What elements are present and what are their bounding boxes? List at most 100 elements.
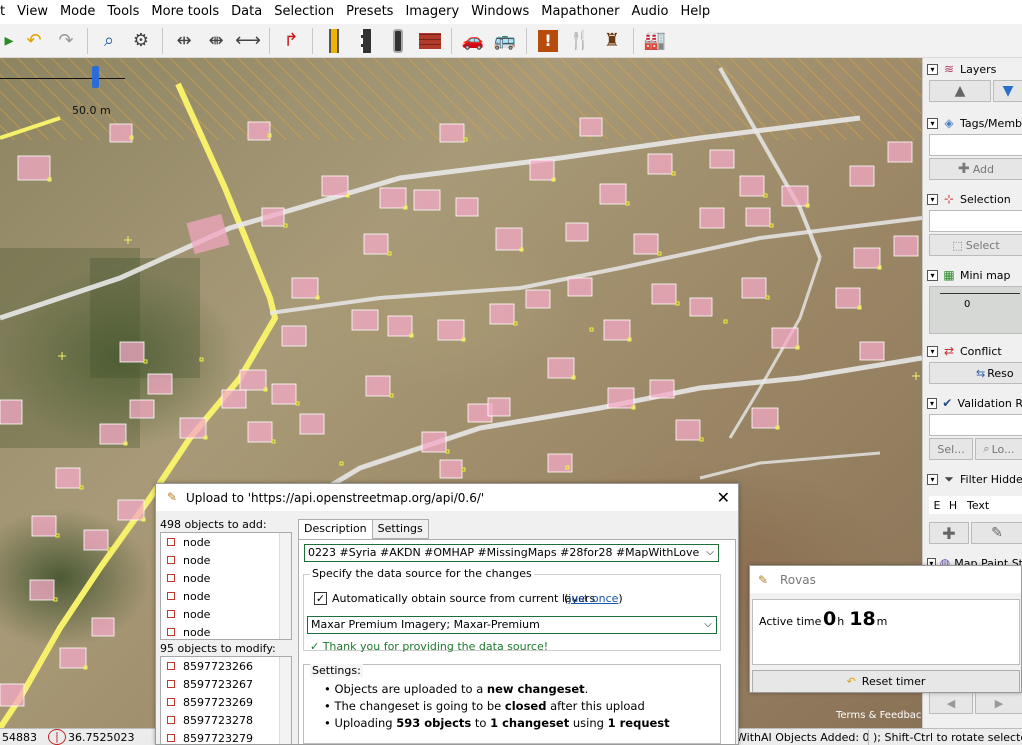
factory-icon[interactable]: 🏭 — [641, 27, 669, 55]
conflict-panel-header[interactable]: ▾ ⇄ Conflict — [927, 342, 1022, 360]
josm-icon: ✎ — [166, 489, 178, 504]
upload-dialog: ✎ Upload to 'https://api.openstreetmap.o… — [155, 483, 739, 745]
add-filter-button[interactable]: ✚ — [929, 522, 969, 544]
list-item[interactable]: 8597723278 — [161, 711, 291, 729]
collapse-toggle[interactable]: ▾ — [927, 345, 938, 357]
list-item[interactable]: node — [161, 569, 291, 587]
source-field[interactable]: Maxar Premium Imagery; Maxar-Premium ⌵ — [307, 616, 717, 634]
list-item[interactable]: node — [161, 605, 291, 623]
align-icon[interactable]: ⇹ — [170, 27, 198, 55]
distribute-icon[interactable]: ⇼ — [202, 27, 230, 55]
split-icon[interactable]: ⟷ — [234, 27, 262, 55]
menu-mapathoner[interactable]: Mapathoner — [535, 0, 625, 24]
reverse-icon[interactable]: ↱ — [277, 27, 305, 55]
restaurant-icon[interactable]: 🍴 — [566, 27, 594, 55]
collapse-toggle[interactable]: ▾ — [927, 117, 938, 129]
bus-icon[interactable]: 🚌 — [491, 27, 519, 55]
sync-icon[interactable]: ▸ — [2, 27, 16, 55]
auto-source-checkbox[interactable]: ✓ — [314, 592, 327, 605]
close-icon[interactable]: ✕ — [717, 488, 730, 507]
collapse-toggle[interactable]: ▾ — [927, 63, 938, 75]
chevron-down-icon[interactable]: ⌵ — [700, 617, 716, 633]
upload-titlebar[interactable]: ✎ Upload to 'https://api.openstreetmap.o… — [156, 484, 738, 511]
list-item[interactable]: node — [161, 533, 291, 551]
menu-file[interactable]: t — [0, 0, 11, 24]
conflict-icon: ⇄ — [943, 344, 955, 358]
list-item[interactable]: node — [161, 551, 291, 569]
filter-panel-header[interactable]: ▾ ⏷ Filter Hidde — [927, 470, 1022, 488]
reset-timer-button[interactable]: ↶ Reset timer — [752, 670, 1020, 692]
menu-view[interactable]: View — [11, 0, 54, 24]
redo-icon[interactable]: ↷ — [52, 27, 80, 55]
scrollbar[interactable] — [279, 657, 291, 744]
menu-windows[interactable]: Windows — [465, 0, 535, 24]
minimap-panel-header[interactable]: ▾ ▦ Mini map — [927, 266, 1022, 284]
list-item[interactable]: 8597723266 — [161, 657, 291, 675]
preferences-icon[interactable]: ⚙ — [127, 27, 155, 55]
menu-tools[interactable]: Tools — [101, 0, 145, 24]
select-issue-button[interactable]: Sel... — [929, 438, 973, 460]
validation-panel-header[interactable]: ▾ ✔ Validation R — [927, 394, 1022, 412]
menu-audio[interactable]: Audio — [626, 0, 675, 24]
zoom-to-issue-button[interactable]: ⌕ Lo... — [975, 438, 1022, 460]
list-item[interactable]: 8597723279 — [161, 729, 291, 744]
warning-icon[interactable]: ! — [534, 27, 562, 55]
node-icon — [167, 680, 175, 688]
collapse-toggle[interactable]: ▾ — [927, 193, 938, 205]
move-left-button[interactable]: ◀ — [929, 692, 973, 714]
menu-more-tools[interactable]: More tools — [145, 0, 225, 24]
move-right-button[interactable]: ▶ — [975, 692, 1022, 714]
source-value: Maxar Premium Imagery; Maxar-Premium — [311, 618, 540, 631]
changeset-comment-field[interactable]: 0223 #Syria #AKDN #OMHAP #MissingMaps #2… — [304, 544, 719, 562]
tab-settings[interactable]: Settings — [371, 519, 429, 539]
castle-icon[interactable]: ♜ — [598, 27, 626, 55]
traffic-signal-icon[interactable] — [384, 27, 412, 55]
collapse-toggle[interactable]: ▾ — [927, 269, 938, 281]
conflict-title: Conflict — [960, 344, 1002, 358]
layers-panel-header[interactable]: ▾ ≋ Layers — [927, 60, 1022, 78]
tab-description[interactable]: Description — [298, 519, 373, 540]
add-tag-button[interactable]: ✚ Add — [929, 158, 1022, 180]
objects-to-modify-list[interactable]: 8597723266 8597723267 8597723269 8597723… — [160, 656, 292, 744]
scrollbar[interactable] — [279, 533, 291, 639]
list-item[interactable]: 8597723269 — [161, 693, 291, 711]
menu-selection[interactable]: Selection — [268, 0, 340, 24]
undo-icon[interactable]: ↶ — [20, 27, 48, 55]
tags-panel-header[interactable]: ▾ ◈ Tags/Memb — [927, 114, 1022, 132]
reset-timer-label: Reset timer — [861, 675, 926, 688]
zoom-icon[interactable]: ⌕ — [95, 27, 123, 55]
select-button[interactable]: ⬚ Select — [929, 234, 1022, 256]
rovas-titlebar[interactable]: ✎ Rovas — [750, 566, 1021, 593]
minimap-view[interactable]: 0 — [929, 286, 1022, 334]
road-icon[interactable] — [320, 27, 348, 55]
collapse-toggle[interactable]: ▾ — [927, 473, 938, 485]
resolve-button[interactable]: ⇆ Reso — [929, 362, 1022, 384]
layers-title: Layers — [960, 62, 997, 76]
list-item[interactable]: node — [161, 587, 291, 605]
just-once-link[interactable]: just once — [568, 592, 618, 605]
move-down-button[interactable]: ▼ — [993, 80, 1022, 102]
filter-title: Filter Hidde — [960, 472, 1022, 486]
chevron-down-icon[interactable]: ⌵ — [702, 545, 718, 561]
menu-presets[interactable]: Presets — [340, 0, 399, 24]
zoom-slider-handle[interactable] — [92, 66, 99, 88]
objects-to-add-list[interactable]: node node node node node node — [160, 532, 292, 640]
list-item[interactable]: node — [161, 623, 291, 639]
terms-feedback-link[interactable]: Terms & Feedback — [836, 710, 922, 721]
car-icon[interactable]: 🚗 — [459, 27, 487, 55]
menu-mode[interactable]: Mode — [54, 0, 101, 24]
filter-table-header: E H Text — [929, 496, 1022, 514]
menu-help[interactable]: Help — [674, 0, 716, 24]
menu-data[interactable]: Data — [225, 0, 268, 24]
lane-icon[interactable] — [352, 27, 380, 55]
wall-icon[interactable] — [416, 27, 444, 55]
selection-panel-header[interactable]: ▾ ⊹ Selection — [927, 190, 1022, 208]
edit-filter-button[interactable]: ✎ — [971, 522, 1022, 544]
collapse-toggle[interactable]: ▾ — [927, 397, 938, 409]
list-item[interactable]: 8597723267 — [161, 675, 291, 693]
move-up-button[interactable]: ▲ — [929, 80, 991, 102]
menu-imagery[interactable]: Imagery — [399, 0, 465, 24]
mapwithai-status: WithAI Objects Added: 0 — [736, 731, 870, 744]
node-icon — [167, 556, 175, 564]
rovas-timer-panel: Active time 0h 18m — [752, 599, 1020, 665]
